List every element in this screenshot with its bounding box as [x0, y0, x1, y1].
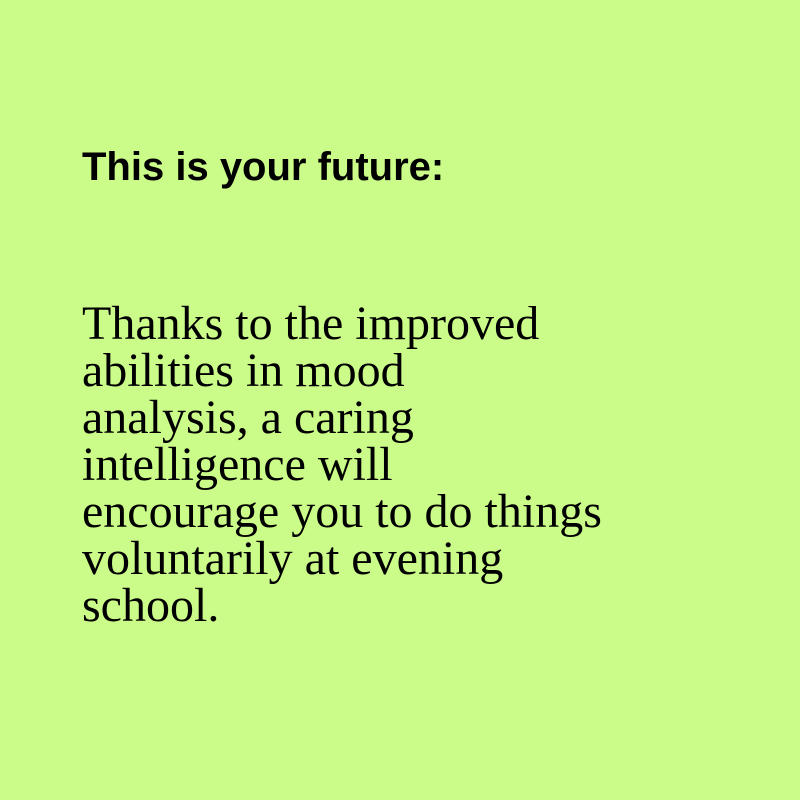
- heading: This is your future:: [82, 145, 445, 189]
- body-line: voluntarily at evening: [82, 532, 504, 585]
- body-paragraph: Thanks to the improved abilities in mood…: [82, 297, 782, 632]
- body-line: school.: [82, 579, 220, 632]
- body-line: Thanks to the improved: [82, 297, 540, 350]
- quote-card: This is your future: Thanks to the impro…: [0, 0, 800, 800]
- body-line: analysis, a caring: [82, 391, 414, 444]
- body-line: encourage you to do things: [82, 485, 602, 538]
- body-line: intelligence will: [82, 438, 393, 491]
- body-line: abilities in mood: [82, 344, 405, 397]
